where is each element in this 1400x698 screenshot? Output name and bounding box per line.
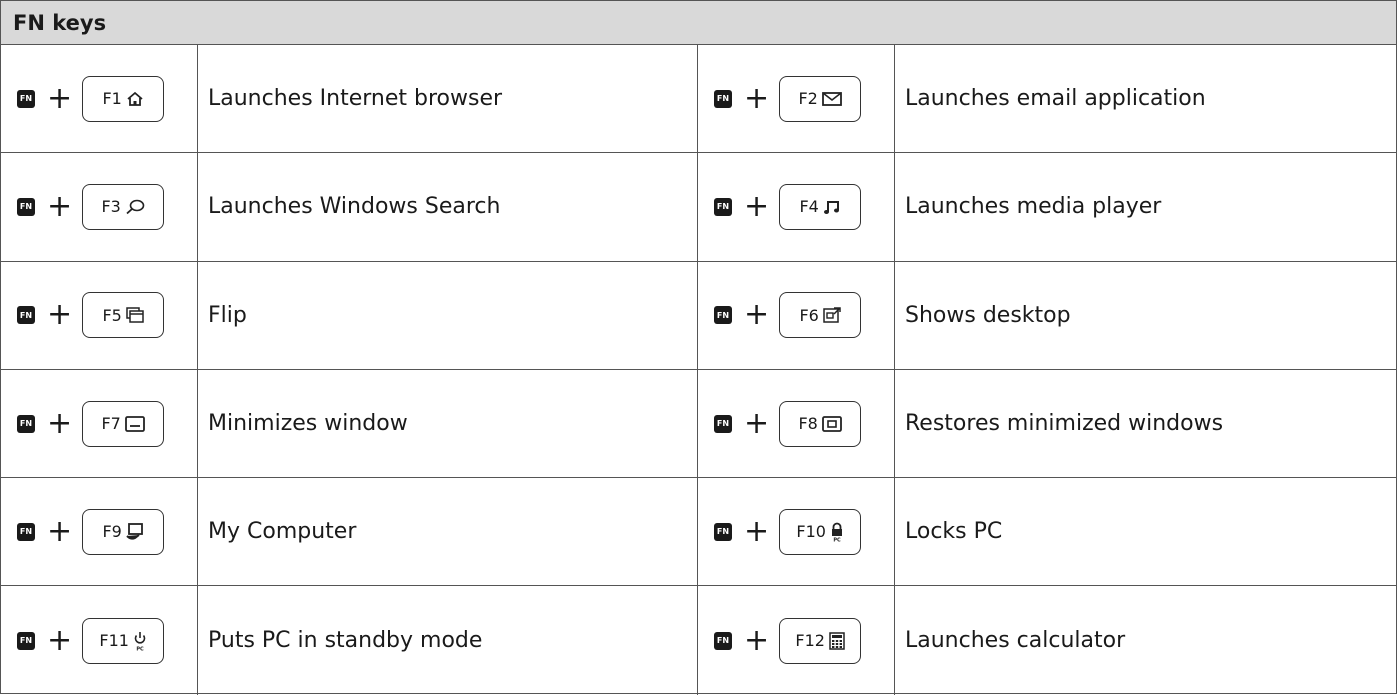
key-label: F12 [795, 631, 825, 651]
key-description: Minimizes window [198, 369, 698, 478]
key-description: Launches calculator [905, 628, 1126, 654]
fn-key-icon: FN [714, 631, 732, 650]
table-row: FN + F11 PC Puts PC in standby mode FN +… [1, 586, 1396, 695]
home-icon [127, 91, 143, 106]
table-row: FN + F7 Minimizes window FN + F8 Restore… [1, 369, 1396, 479]
plus-sign: + [47, 622, 73, 658]
key-label: F9 [102, 522, 122, 542]
key-description: Launches Windows Search [198, 153, 698, 261]
plus-sign: + [47, 297, 73, 333]
plus-sign: + [47, 188, 73, 224]
function-key: F2 [779, 75, 862, 122]
key-description: Shows desktop [905, 302, 1071, 328]
plus-sign: + [744, 513, 770, 549]
function-key: F11 PC [82, 617, 165, 664]
plus-sign: + [47, 405, 73, 441]
key-combo: FN + F12 [698, 586, 895, 695]
minimize-window-icon [124, 415, 145, 432]
fn-key-icon: FN [714, 306, 732, 325]
function-key: F3 [82, 183, 165, 230]
function-key: F5 [82, 292, 165, 339]
function-key: F7 [82, 400, 165, 447]
function-key: F8 [779, 400, 862, 447]
key-combo: FN + F1 [1, 45, 198, 153]
fn-key-icon: FN [714, 414, 732, 433]
function-key: F4 [779, 183, 862, 230]
plus-sign: + [744, 297, 770, 333]
table-title: FN keys [13, 10, 107, 35]
key-combo: FN + F3 [1, 153, 198, 261]
plus-sign: + [744, 405, 770, 441]
fn-key-icon: FN [17, 197, 35, 216]
key-description: Locks PC [905, 519, 1003, 545]
key-label: F6 [799, 305, 819, 325]
table-header: FN keys [1, 1, 1396, 45]
function-key: F1 [82, 75, 165, 122]
fn-key-icon: FN [714, 89, 732, 108]
key-label: F8 [798, 414, 818, 434]
key-label: F4 [799, 197, 819, 217]
fn-key-icon: FN [714, 522, 732, 541]
key-combo: FN + F10 PC [698, 478, 895, 586]
key-combo: FN + F2 [698, 45, 895, 153]
svg-text:PC: PC [136, 646, 144, 651]
key-description: My Computer [198, 478, 698, 586]
key-combo: FN + F6 [698, 261, 895, 369]
music-note-icon [823, 200, 839, 214]
key-combo: FN + F5 [1, 261, 198, 369]
key-label: F2 [798, 89, 818, 109]
plus-sign: + [47, 513, 73, 549]
plus-sign: + [744, 188, 770, 224]
key-label: F3 [101, 197, 121, 217]
flip-windows-icon [126, 307, 144, 323]
table-row: FN + F5 Flip FN + F6 Shows desktop [1, 261, 1396, 370]
key-description: Launches media player [905, 194, 1162, 220]
fn-keys-table: FN keys FN + F1 Launches Internet browse… [0, 0, 1397, 695]
plus-sign: + [744, 80, 770, 116]
standby-pc-icon: PC [134, 631, 146, 651]
key-description: Launches email application [905, 86, 1206, 112]
function-key: F6 [779, 292, 862, 339]
lock-pc-icon: PC [831, 522, 842, 542]
table-row: FN + F9 My Computer FN + F10 PC Locks PC [1, 478, 1396, 587]
plus-sign: + [744, 622, 770, 658]
plus-sign: + [47, 80, 73, 116]
fn-key-icon: FN [17, 89, 35, 108]
table-row: FN + F3 Launches Windows Search FN + F4 … [1, 153, 1396, 262]
key-label: F11 [99, 631, 129, 651]
fn-key-icon: FN [17, 522, 35, 541]
key-combo: FN + F11 PC [1, 586, 198, 695]
key-description: Launches Internet browser [198, 45, 698, 153]
fn-key-icon: FN [17, 631, 35, 650]
key-description: Restores minimized windows [905, 411, 1224, 437]
my-computer-icon [126, 522, 143, 540]
function-key: F9 [82, 508, 165, 555]
fn-key-icon: FN [17, 414, 35, 433]
key-combo: FN + F7 [1, 369, 198, 478]
function-key: F12 [779, 617, 862, 664]
key-combo: FN + F9 [1, 478, 198, 586]
svg-text:PC: PC [833, 537, 841, 542]
key-combo: FN + F4 [698, 153, 895, 261]
function-key: F10 PC [779, 508, 862, 555]
restore-window-icon [821, 415, 842, 432]
key-label: F10 [796, 522, 826, 542]
key-combo: FN + F8 [698, 369, 895, 478]
fn-key-icon: FN [17, 306, 35, 325]
key-label: F1 [102, 89, 122, 109]
fn-key-icon: FN [714, 197, 732, 216]
show-desktop-icon [823, 307, 841, 323]
table-row: FN + F1 Launches Internet browser FN + F… [1, 45, 1396, 154]
key-description: Puts PC in standby mode [198, 586, 698, 695]
calculator-icon [829, 631, 845, 650]
key-label: F5 [102, 305, 122, 325]
mail-icon [821, 91, 842, 106]
key-description: Flip [198, 261, 698, 369]
search-icon [126, 199, 145, 215]
key-label: F7 [101, 414, 121, 434]
